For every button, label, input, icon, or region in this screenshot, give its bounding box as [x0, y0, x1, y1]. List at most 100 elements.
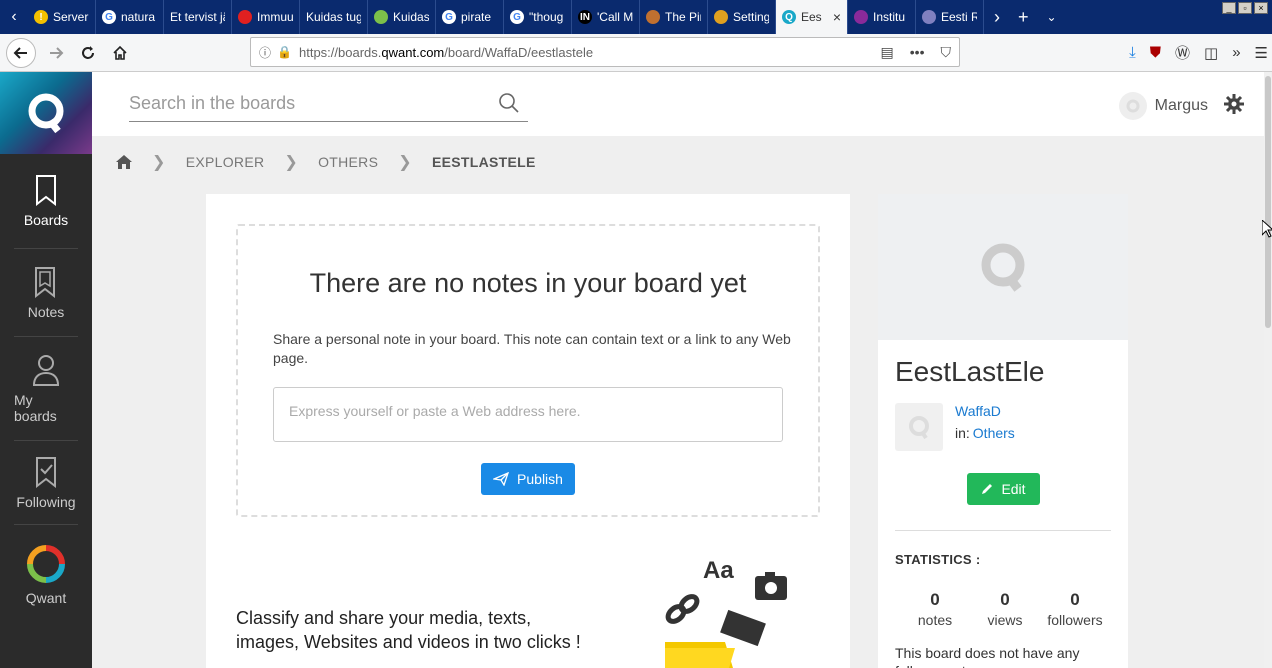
tab-favicon-icon: G — [442, 10, 456, 24]
promo-text: Classify and share your media, texts, im… — [236, 608, 581, 652]
note-input[interactable] — [273, 387, 783, 442]
tab-favicon-icon — [646, 10, 660, 24]
scrollbar-thumb[interactable] — [1265, 76, 1271, 328]
reload-icon[interactable] — [72, 37, 104, 69]
browser-tab[interactable]: Kuidas tuge — [300, 0, 368, 34]
browser-tab[interactable]: Q Ees × — [776, 0, 848, 34]
gear-icon[interactable] — [1224, 94, 1244, 114]
restore-icon[interactable]: ▫ — [1238, 2, 1252, 14]
breadcrumb-explorer[interactable]: EXPLORER — [186, 154, 265, 170]
minimize-icon[interactable]: _ — [1222, 2, 1236, 14]
browser-tab[interactable]: Institu — [848, 0, 916, 34]
browser-tab[interactable]: Setting — [708, 0, 776, 34]
sidebar-item-notes[interactable]: Notes — [14, 249, 78, 337]
owner-link[interactable]: WaffaD — [955, 403, 1001, 419]
tab-favicon-icon: ! — [34, 10, 48, 24]
browser-tab[interactable]: IN 'Call Me — [572, 0, 640, 34]
empty-description: Share a personal note in your board. Thi… — [273, 331, 791, 366]
sidebar-item-following[interactable]: Following — [14, 441, 78, 525]
user-menu[interactable]: Margus — [1118, 92, 1208, 120]
stat-views: 0 views — [975, 590, 1035, 628]
user-name: Margus — [1154, 97, 1208, 114]
overflow-icon[interactable]: » — [1232, 44, 1240, 61]
avatar — [1118, 92, 1147, 120]
edit-button[interactable]: Edit — [967, 473, 1040, 505]
tab-label: "thoug — [529, 10, 564, 24]
ublock-icon[interactable]: ⛊ — [1150, 44, 1161, 61]
stat-value: 0 — [930, 590, 940, 609]
send-icon — [493, 472, 510, 486]
url-bar[interactable]: ⓘ 🔒 https://boards.qwant.com/board/Waffa… — [250, 37, 960, 67]
stat-followers: 0 followers — [1045, 590, 1105, 628]
browser-tab[interactable]: Gnatura — [96, 0, 164, 34]
breadcrumb-others[interactable]: OTHERS — [318, 154, 378, 170]
extension-icon[interactable]: Ⓦ — [1175, 42, 1190, 63]
browser-tab[interactable]: Immuu — [232, 0, 300, 34]
reader-view-icon[interactable]: ▤ — [881, 44, 894, 61]
tab-favicon-icon — [922, 10, 936, 24]
stat-value: 0 — [1070, 590, 1080, 609]
window-controls: _ ▫ × — [1222, 2, 1268, 14]
browser-tab[interactable]: G "thoug — [504, 0, 572, 34]
edit-label: Edit — [1001, 481, 1026, 497]
home-breadcrumb-icon[interactable] — [116, 155, 132, 169]
tab-scroll-left-icon[interactable]: ‹ — [0, 0, 28, 34]
page-actions-icon[interactable]: ••• — [910, 44, 925, 61]
empty-title: There are no notes in your board yet — [309, 268, 747, 298]
sidebar-icon[interactable]: ◫ — [1204, 44, 1218, 62]
tab-label: Immuu — [257, 10, 293, 24]
back-icon[interactable] — [6, 37, 36, 68]
breadcrumb: ❯ EXPLORER ❯ OTHERS ❯ EESTLASTELE — [116, 152, 536, 172]
menu-icon[interactable]: ☰ — [1255, 44, 1268, 62]
page-scrollbar[interactable] — [1264, 72, 1272, 668]
forward-icon[interactable] — [40, 37, 72, 69]
qwant-logo[interactable] — [0, 72, 92, 154]
user-icon — [32, 354, 60, 386]
pocket-icon[interactable]: ⛉ — [941, 44, 952, 61]
sidebar-item-label: Notes — [27, 303, 65, 320]
tab-list-icon[interactable]: ⌄ — [1047, 10, 1057, 24]
browser-tab[interactable]: ! Server — [28, 0, 96, 34]
browser-tab[interactable]: Et tervist jä — [164, 0, 232, 34]
tab-scroll-right-icon[interactable]: › — [994, 7, 1000, 28]
close-window-icon[interactable]: × — [1254, 2, 1268, 14]
publish-button[interactable]: Publish — [481, 463, 575, 495]
browser-tab[interactable]: Kuidas — [368, 0, 436, 34]
close-tab-icon[interactable]: × — [833, 9, 841, 25]
stats-title: STATISTICS : — [895, 552, 981, 567]
sidebar-item-my-boards[interactable]: My boards — [14, 337, 78, 441]
sidebar-item-label: Qwant — [25, 590, 67, 606]
sidebar-item-label: Following — [16, 493, 76, 510]
tab-favicon-icon — [854, 10, 868, 24]
tab-favicon-icon — [238, 10, 252, 24]
board-info-card: EestLastEle WaffaD in: Others Edit STATIS… — [878, 194, 1128, 668]
tab-label: natura — [121, 10, 156, 24]
empty-board-panel: There are no notes in your board yet Sha… — [236, 224, 820, 517]
sidebar-item-boards[interactable]: Boards — [14, 154, 78, 249]
search-input[interactable] — [129, 93, 489, 114]
download-icon[interactable]: ⤓ — [1129, 44, 1136, 61]
qwant-color-icon — [27, 545, 65, 583]
app-header: Margus — [92, 72, 1264, 136]
browser-tab[interactable]: Eesti R — [916, 0, 984, 34]
tab-label: Server — [53, 10, 89, 24]
search-box — [129, 86, 528, 122]
category-link[interactable]: Others — [973, 425, 1015, 441]
sidebar-item-label: Boards — [23, 212, 69, 228]
info-icon[interactable]: ⓘ — [259, 44, 277, 61]
owner-avatar[interactable] — [895, 403, 943, 451]
browser-tab[interactable]: Gpirate — [436, 0, 504, 34]
stat-label: followers — [1047, 612, 1103, 628]
sidebar-item-qwant[interactable]: Qwant — [14, 525, 78, 625]
url-text[interactable]: https://boards.qwant.com/board/WaffaD/ee… — [299, 45, 881, 60]
new-tab-icon[interactable]: + — [1018, 7, 1029, 28]
lock-icon: 🔒 — [277, 45, 292, 59]
tab-label: pirate — [461, 10, 492, 24]
home-icon[interactable] — [104, 37, 136, 69]
browser-tab[interactable]: The Pir — [640, 0, 708, 34]
following-icon — [36, 456, 56, 488]
search-icon[interactable] — [498, 92, 520, 114]
in-label: in: — [955, 425, 970, 441]
bookmark-icon — [36, 175, 56, 206]
tab-favicon-icon — [374, 10, 388, 24]
